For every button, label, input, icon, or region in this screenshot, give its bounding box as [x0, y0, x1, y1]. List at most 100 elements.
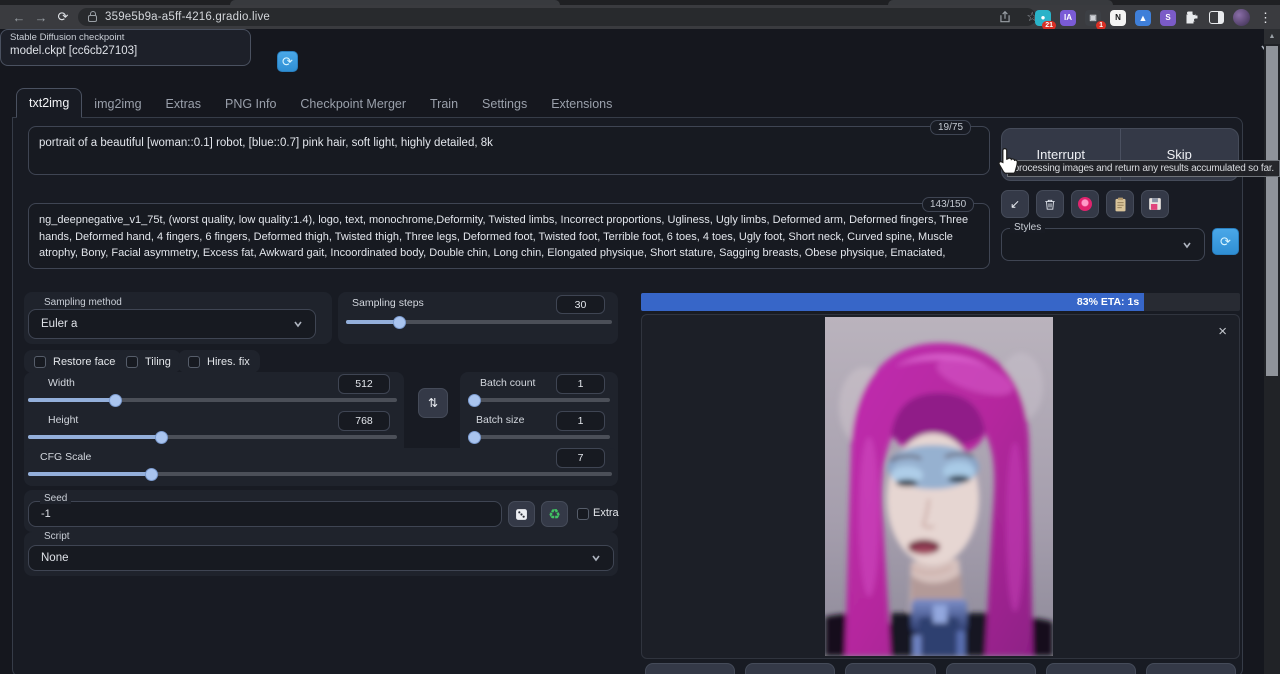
scrollbar-up-arrow[interactable]: ▲ — [1264, 29, 1280, 44]
restore-faces-checkbox[interactable] — [34, 356, 46, 368]
width-input[interactable]: 512 — [338, 374, 390, 394]
output-action-button[interactable] — [946, 663, 1036, 674]
gradio-app: Stable Diffusion checkpoint model.ckpt [… — [0, 29, 1280, 674]
tab-txt2img[interactable]: txt2img — [16, 88, 82, 118]
clear-prompt-button[interactable] — [1036, 190, 1064, 218]
tiling-option[interactable]: Tiling — [116, 350, 181, 373]
swap-icon: ⇅ — [428, 396, 438, 410]
progress-fill: 83% ETA: 1s — [641, 293, 1144, 311]
batch-size-slider[interactable] — [468, 435, 610, 439]
cfg-scale-slider[interactable] — [28, 472, 612, 476]
output-action-button[interactable] — [845, 663, 935, 674]
output-action-button[interactable] — [1046, 663, 1136, 674]
screenshot-root: ← → ⟳ 359e5b9a-a5ff-4216.gradio.live ☆ ●… — [0, 0, 1280, 674]
generated-image[interactable] — [825, 317, 1053, 656]
sampling-steps-slider[interactable] — [346, 320, 612, 324]
s-extension-icon[interactable]: S — [1160, 10, 1176, 26]
pin-extension-icon[interactable]: ●21 — [1035, 10, 1051, 26]
random-seed-button[interactable] — [508, 501, 535, 527]
chevron-down-icon — [293, 319, 303, 329]
notion-extension-icon[interactable]: N — [1110, 10, 1126, 26]
recycle-icon: ♻ — [548, 506, 561, 523]
prompt-tools-row: ↙ — [1001, 190, 1169, 218]
tab-settings[interactable]: Settings — [470, 90, 539, 118]
tab-img2img[interactable]: img2img — [82, 90, 153, 118]
cfg-group — [24, 448, 618, 486]
tab-png-info[interactable]: PNG Info — [213, 90, 288, 118]
batch-count-label: Batch count — [480, 377, 535, 389]
restore-faces-option[interactable]: Restore faces — [24, 350, 131, 373]
ia-extension-icon[interactable]: IA — [1060, 10, 1076, 26]
styles-refresh-button[interactable]: ⟳ — [1212, 228, 1239, 255]
image-extension-icon[interactable]: ▲ — [1135, 10, 1151, 26]
puzzle-extensions-icon[interactable] — [1185, 10, 1200, 25]
slider-handle[interactable] — [109, 394, 122, 407]
width-slider[interactable] — [28, 398, 397, 402]
slider-handle[interactable] — [468, 431, 481, 444]
tiling-label: Tiling — [145, 356, 171, 368]
apply-style-button[interactable] — [1106, 190, 1134, 218]
output-action-button[interactable] — [1146, 663, 1236, 674]
slider-handle[interactable] — [145, 468, 158, 481]
extra-networks-button[interactable] — [1071, 190, 1099, 218]
checkpoint-label: Stable Diffusion checkpoint — [10, 32, 124, 43]
batch-count-slider[interactable] — [468, 398, 610, 402]
output-gallery: × — [641, 314, 1240, 659]
sampling-method-dropdown[interactable]: Euler a — [28, 309, 316, 339]
trash-icon — [1043, 197, 1057, 212]
sidebar-toggle-icon[interactable] — [1209, 11, 1224, 24]
swap-dimensions-button[interactable]: ⇅ — [418, 388, 448, 418]
slider-handle[interactable] — [155, 431, 168, 444]
slider-handle[interactable] — [393, 316, 406, 329]
forward-icon[interactable]: → — [30, 10, 52, 25]
hires-fix-label: Hires. fix — [207, 356, 250, 368]
batch-size-input[interactable]: 1 — [556, 411, 605, 431]
checkpoint-dropdown[interactable]: Stable Diffusion checkpoint model.ckpt [… — [0, 29, 251, 66]
progress-bar: 83% ETA: 1s — [641, 293, 1240, 311]
batch-count-input[interactable]: 1 — [556, 374, 605, 394]
script-label: Script — [40, 531, 74, 542]
prompt-token-counter: 19/75 — [930, 120, 971, 135]
hires-fix-option[interactable]: Hires. fix — [178, 350, 260, 373]
height-input[interactable]: 768 — [338, 411, 390, 431]
share-icon[interactable] — [998, 10, 1012, 24]
url-text[interactable]: 359e5b9a-a5ff-4216.gradio.live — [105, 11, 270, 23]
chevron-down-icon — [591, 553, 601, 563]
scrollbar-thumb[interactable] — [1266, 46, 1278, 376]
tab-extras[interactable]: Extras — [154, 90, 213, 118]
tab-checkpoint-merger[interactable]: Checkpoint Merger — [288, 90, 418, 118]
checkpoint-value: model.ckpt [cc6cb27103] — [10, 45, 137, 57]
back-icon[interactable]: ← — [8, 10, 30, 25]
save-style-button[interactable] — [1141, 190, 1169, 218]
seed-extra-label: Extra — [593, 507, 619, 519]
profile-avatar[interactable] — [1233, 9, 1250, 26]
cfg-scale-input[interactable]: 7 — [556, 448, 605, 468]
close-preview-icon[interactable]: × — [1218, 323, 1227, 340]
output-action-button[interactable] — [645, 663, 735, 674]
chevron-down-icon — [1182, 240, 1192, 250]
hires-fix-checkbox[interactable] — [188, 356, 200, 368]
browser-menu-icon[interactable]: ⋮ — [1259, 10, 1272, 26]
reuse-seed-button[interactable]: ♻ — [541, 501, 568, 527]
tiling-checkbox[interactable] — [126, 356, 138, 368]
height-slider[interactable] — [28, 435, 397, 439]
seed-extra-checkbox[interactable] — [577, 508, 589, 520]
checkpoint-refresh-button[interactable]: ⟳ — [277, 51, 298, 72]
paste-params-button[interactable]: ↙ — [1001, 190, 1029, 218]
seed-input[interactable]: -1 — [28, 501, 502, 527]
negative-token-counter: 143/150 — [922, 197, 974, 212]
mouse-cursor — [995, 147, 1021, 177]
tab-train[interactable]: Train — [418, 90, 470, 118]
prompt-input[interactable]: portrait of a beautiful [woman::0.1] rob… — [28, 126, 990, 175]
script-dropdown[interactable]: None — [28, 545, 614, 571]
camera-extension-icon[interactable]: ▣1 — [1085, 10, 1101, 26]
batch-size-label: Batch size — [476, 414, 524, 426]
page-scrollbar[interactable]: ▲ — [1264, 29, 1280, 674]
refresh-icon[interactable]: ⟳ — [52, 9, 74, 25]
sampling-steps-input[interactable]: 30 — [556, 295, 605, 314]
slider-handle[interactable] — [468, 394, 481, 407]
address-bar[interactable]: 359e5b9a-a5ff-4216.gradio.live — [78, 8, 1036, 26]
negative-prompt-input[interactable]: ng_deepnegative_v1_75t, (worst quality, … — [28, 203, 990, 269]
tab-extensions[interactable]: Extensions — [539, 90, 624, 118]
output-action-button[interactable] — [745, 663, 835, 674]
